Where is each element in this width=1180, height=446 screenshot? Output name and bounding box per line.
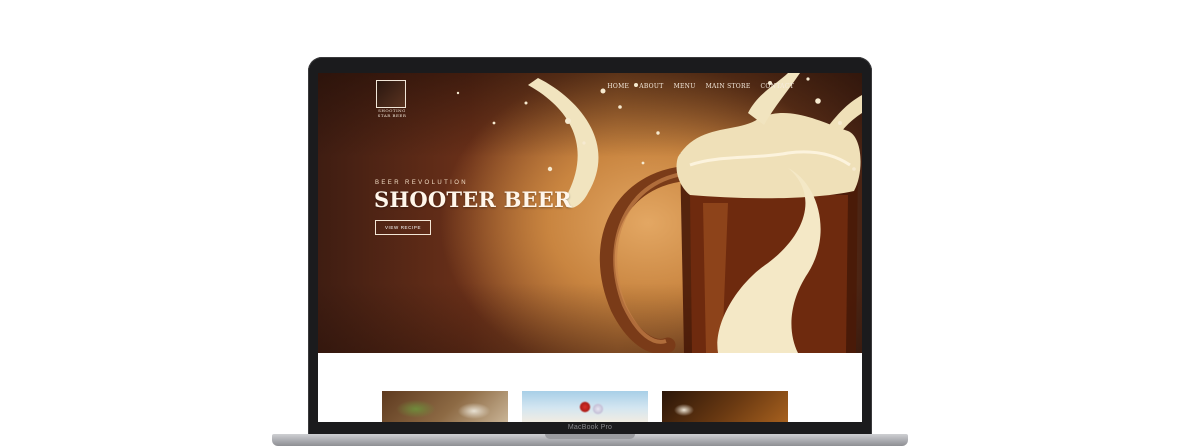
main-nav: Home About Menu Main Store Contact [607,83,794,90]
featured-section [318,353,862,422]
featured-card-food[interactable] [382,391,508,422]
nav-item-about[interactable]: About [639,83,663,90]
logo-emblem [376,80,406,108]
logo-text: SHOOTING STAR BEER [377,108,407,118]
nav-item-home[interactable]: Home [607,83,629,90]
nav-item-menu[interactable]: Menu [674,83,696,90]
nav-item-contact[interactable]: Contact [761,83,794,90]
hero-title: SHOOTER BEER [374,187,572,212]
hero-eyebrow: Beer Revolution [375,180,469,186]
featured-card-glass[interactable] [662,391,788,422]
featured-card-cans[interactable] [522,391,648,422]
hero-banner: SHOOTING STAR BEER Home About Menu Main … [318,73,862,353]
device-model-label: MacBook Pro [567,424,613,431]
laptop-screen: SHOOTING STAR BEER Home About Menu Main … [318,73,862,422]
laptop-base-notch [545,434,635,439]
site-logo[interactable]: SHOOTING STAR BEER [374,80,410,120]
nav-item-main-store[interactable]: Main Store [706,83,751,90]
view-recipe-button[interactable]: View Recipe [375,220,431,235]
